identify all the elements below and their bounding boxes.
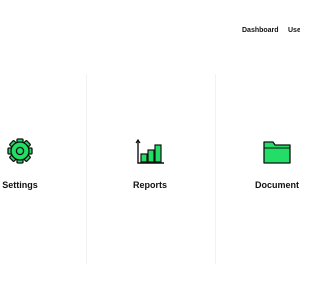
documents-card[interactable]: Document	[217, 132, 300, 196]
gear-icon	[5, 136, 35, 166]
nav-link-dashboard[interactable]: Dashboard	[242, 26, 279, 36]
settings-card[interactable]: Settings	[0, 132, 80, 196]
page: Dashboard Use Settings Reports Document	[0, 0, 300, 300]
folder-icon	[262, 136, 292, 166]
column-divider	[215, 74, 216, 264]
reports-label: Reports	[132, 180, 167, 190]
settings-label: Settings	[2, 180, 38, 190]
nav-link-users[interactable]: Use	[288, 26, 300, 36]
column-divider	[86, 74, 87, 264]
bar-chart-icon	[135, 136, 165, 166]
reports-card[interactable]: Reports	[90, 132, 210, 196]
documents-label: Document	[254, 180, 299, 190]
top-nav: Dashboard Use	[0, 0, 300, 60]
